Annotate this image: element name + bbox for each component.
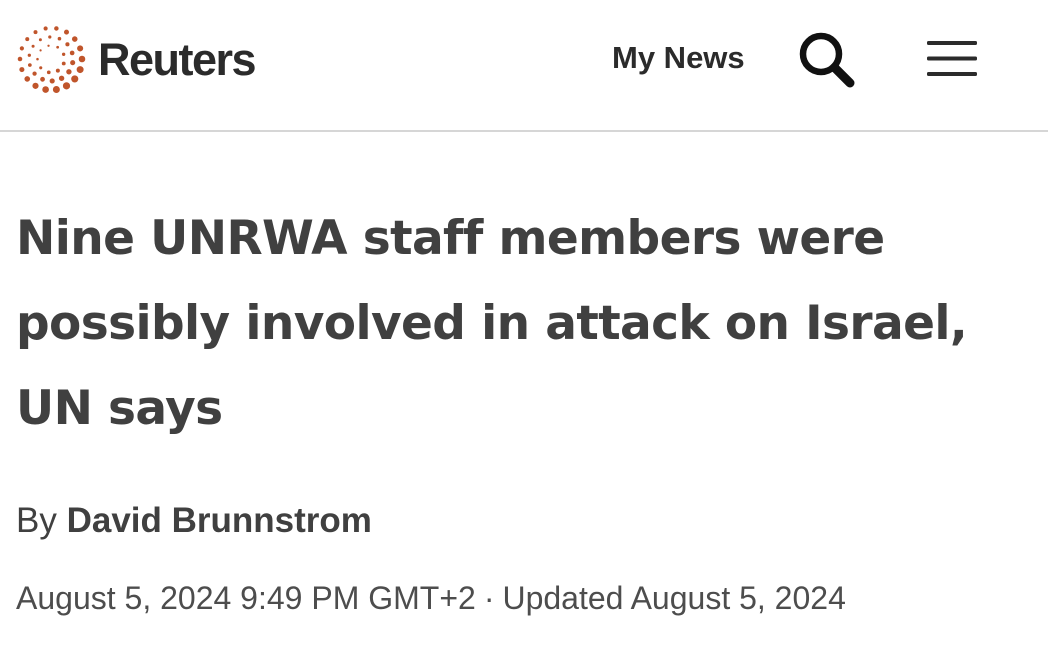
logo-dot <box>70 60 76 66</box>
logo-dot <box>24 76 31 82</box>
logo-dot <box>39 66 43 70</box>
logo-dot <box>17 56 23 62</box>
updated-date: Updated August 5, 2024 <box>502 580 846 616</box>
logo-dot <box>48 35 52 39</box>
logo-dot <box>57 36 62 41</box>
logo-dot <box>61 61 66 66</box>
byline-prefix: By <box>16 501 57 540</box>
logo-dot <box>78 55 86 63</box>
logo-dot <box>62 82 71 90</box>
logo-dot <box>71 36 78 42</box>
logo-dot <box>64 29 69 35</box>
logo-dot <box>47 44 50 47</box>
logo-dot <box>52 86 60 94</box>
logo-dot <box>56 45 60 49</box>
logo-dot <box>32 71 37 76</box>
logo-dot <box>38 38 42 42</box>
reuters-dot-ring-icon <box>17 26 86 94</box>
logo-dot <box>36 57 39 61</box>
logo-dot <box>43 26 48 31</box>
logo-dot <box>19 67 25 73</box>
logo-dot <box>46 70 51 75</box>
logo-dot <box>27 53 31 57</box>
logo-dot <box>65 42 70 47</box>
logo-dot <box>71 75 79 83</box>
search-icon <box>799 32 855 88</box>
logo-dot <box>40 76 45 82</box>
logo-dot <box>58 75 65 81</box>
reuters-logo-link[interactable]: Reuters <box>14 22 257 96</box>
logo-dot <box>69 50 75 56</box>
logo-dot <box>66 69 72 75</box>
dateline: August 5, 2024 9:49 PM GMT+2 · Updated Aug… <box>16 576 846 620</box>
logo-dot <box>42 86 49 93</box>
logo-dot <box>54 26 59 31</box>
menu-button[interactable] <box>926 38 980 80</box>
logo-dot <box>76 66 84 74</box>
logo-dot <box>49 78 55 84</box>
logo-dot <box>25 37 30 42</box>
my-news-link[interactable]: My News <box>612 38 745 78</box>
logo-dot <box>77 45 84 52</box>
logo-dot <box>19 46 24 51</box>
logo-dot <box>39 49 42 52</box>
brand-name: Reuters <box>98 33 257 85</box>
site-header: Reuters My News <box>0 0 1048 132</box>
logo-dot <box>61 52 66 56</box>
logo-dot <box>27 63 32 67</box>
logo-dot <box>33 30 38 35</box>
logo-dot <box>55 68 60 73</box>
byline: By David Brunnstrom <box>16 498 372 544</box>
date-separator: · <box>483 580 495 616</box>
author-link[interactable]: David Brunnstrom <box>67 501 372 540</box>
logo-dot <box>31 44 35 48</box>
published-date: August 5, 2024 9:49 PM GMT+2 <box>16 580 476 616</box>
article-headline: Nine UNRWA staff members were possibly i… <box>16 211 968 436</box>
logo-dot <box>32 82 39 89</box>
hamburger-menu-icon <box>927 41 977 76</box>
search-button[interactable] <box>796 30 858 90</box>
